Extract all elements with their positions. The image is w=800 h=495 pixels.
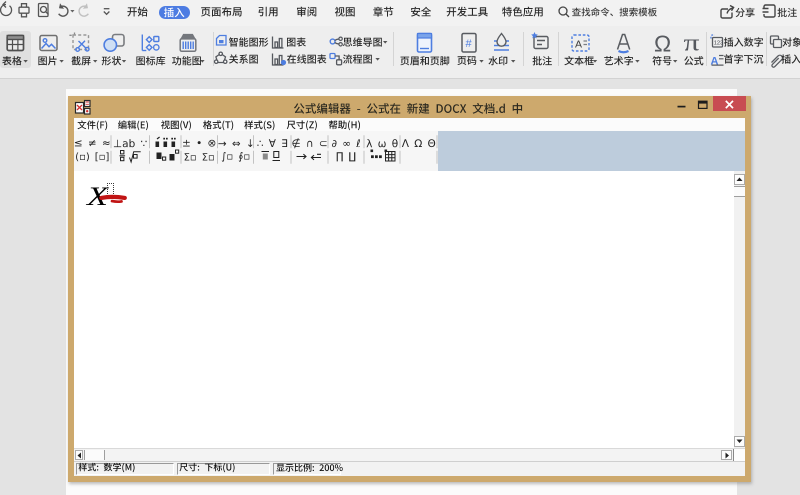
- svg-text:A: A: [575, 39, 582, 51]
- svg-text:Ω: Ω: [654, 31, 671, 57]
- svg-text:123: 123: [714, 41, 724, 47]
- svg-text:#: #: [466, 38, 473, 50]
- svg-text:π: π: [684, 30, 700, 56]
